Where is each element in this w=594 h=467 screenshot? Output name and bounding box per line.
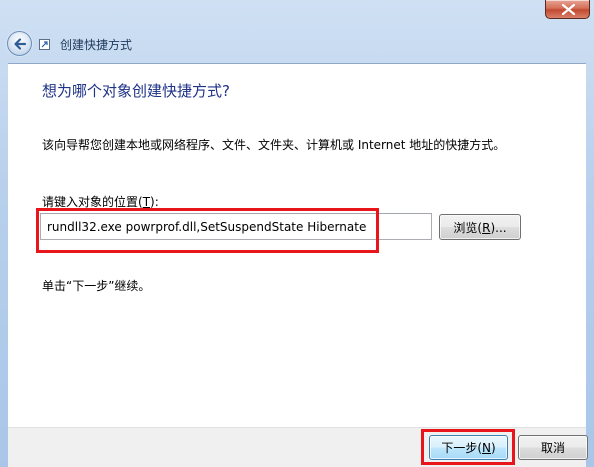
browse-suffix: )...: [490, 220, 507, 235]
next-suffix: ): [490, 441, 496, 455]
location-label-accesskey: T: [142, 195, 151, 209]
next-accesskey: N: [482, 441, 491, 455]
wizard-description: 该向导帮您创建本地或网络程序、文件、文件夹、计算机或 Internet 地址的快…: [42, 138, 506, 152]
browse-label: 浏览(: [453, 220, 483, 235]
close-icon: [562, 4, 575, 15]
browse-button[interactable]: 浏览(R)...: [439, 214, 521, 240]
close-button[interactable]: [545, 0, 590, 19]
location-label-suffix: ):: [150, 195, 159, 209]
wizard-heading: 想为哪个对象创建快捷方式?: [42, 82, 230, 100]
next-button[interactable]: 下一步(N): [429, 435, 508, 460]
back-button[interactable]: [7, 31, 32, 56]
wizard-content: [8, 63, 586, 427]
location-input[interactable]: [40, 213, 432, 240]
back-arrow-icon: [14, 38, 27, 50]
shortcut-icon: [39, 39, 50, 50]
next-label: 下一步(: [441, 441, 482, 455]
cancel-button[interactable]: 取消: [518, 435, 588, 460]
location-label-text: 请键入对象的位置(: [42, 195, 143, 209]
window-title: 创建快捷方式: [60, 38, 133, 52]
continue-hint: 单击“下一步”继续。: [42, 279, 151, 293]
location-label: 请键入对象的位置(T):: [42, 193, 159, 210]
